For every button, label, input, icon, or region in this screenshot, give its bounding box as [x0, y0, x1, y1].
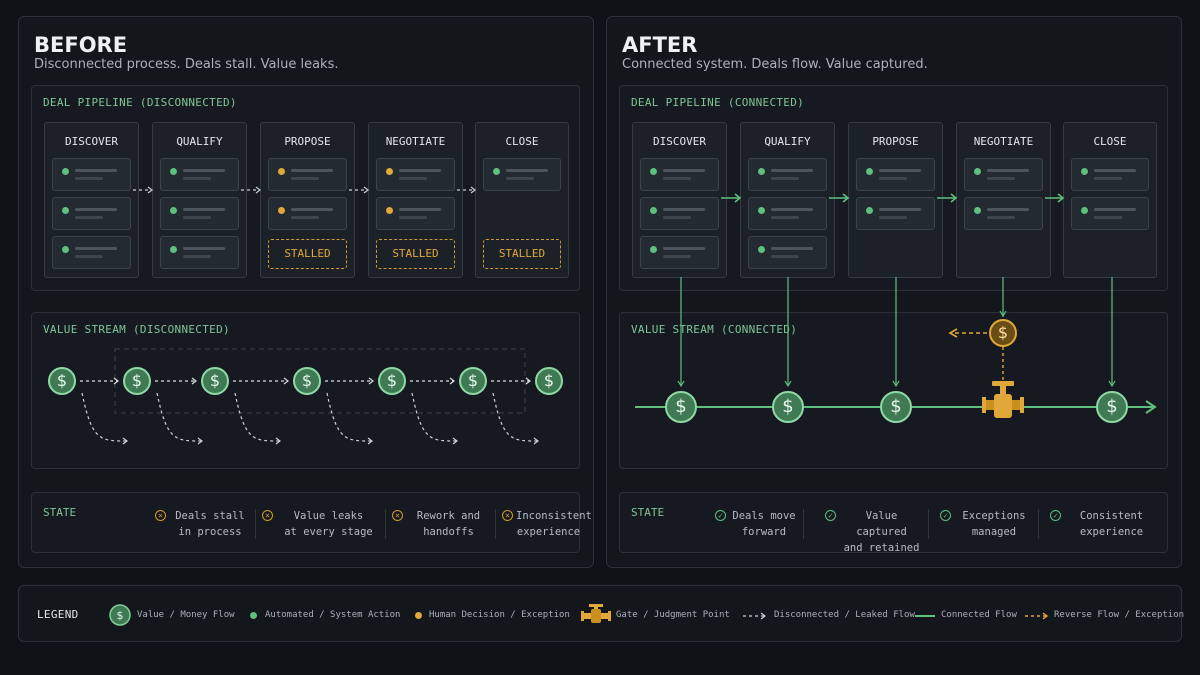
svg-text:$: $: [675, 396, 686, 417]
svg-text:$: $: [132, 371, 142, 390]
arrow-head: [363, 186, 369, 194]
before-subtitle: Disconnected process. Deals stall. Value…: [34, 57, 339, 72]
value-coin-icon: $: [535, 367, 563, 395]
legend-item-reverse: Reverse Flow / Exception: [1054, 610, 1185, 620]
gate-valve-icon: [581, 604, 611, 623]
value-coin-icon: $: [665, 391, 697, 423]
state-line: at every stage: [284, 526, 373, 538]
legend-item-automated: Automated / System Action: [265, 610, 401, 620]
before-stream-box: VALUE STREAM (DISCONNECTED) $ $ $ $ $ $ $: [31, 312, 580, 469]
state-line: experience: [516, 526, 581, 538]
value-coin-icon: $: [48, 367, 76, 395]
x-circle-icon: ×: [392, 510, 403, 521]
value-coin-icon: $: [459, 367, 487, 395]
leaked-flow: [234, 392, 281, 442]
value-coin-icon: $: [123, 367, 151, 395]
legend-coin-symbol: $: [117, 609, 124, 622]
svg-text:$: $: [468, 371, 478, 390]
connected-flow-line-icon: [915, 615, 935, 617]
legend-title: LEGEND: [37, 608, 79, 621]
legend-item-connected: Connected Flow: [941, 610, 1017, 620]
state-line: Deals stall: [175, 510, 245, 522]
human-dot-icon: [415, 612, 422, 619]
before-pipeline-box: DEAL PIPELINE (DISCONNECTED) DISCOVER QUA…: [31, 85, 580, 291]
before-stage-arrows: [133, 186, 476, 194]
svg-text:$: $: [1106, 396, 1117, 417]
value-flow-coin-icon: $: [109, 604, 131, 626]
leaked-flow: [326, 392, 373, 442]
value-coin-icon: $: [880, 391, 912, 423]
automated-dot-icon: [250, 612, 257, 619]
state-divider: [385, 509, 386, 539]
after-panel: AFTER Connected system. Deals flow. Valu…: [606, 16, 1182, 568]
state-item: Deals stall in process: [169, 508, 251, 540]
svg-text:$: $: [302, 371, 312, 390]
legend-item-human: Human Decision / Exception: [429, 610, 570, 620]
x-circle-icon: ×: [155, 510, 166, 521]
state-line: Value leaks: [293, 510, 364, 522]
leaked-flow: [81, 392, 128, 442]
value-coin-icon: $: [772, 391, 804, 423]
state-line: Rework and: [416, 510, 481, 522]
value-coin-icon: $: [378, 367, 406, 395]
disconnected-flow-line-icon: [743, 612, 766, 620]
state-item: Inconsistent experience: [516, 508, 592, 540]
svg-text:$: $: [890, 396, 901, 417]
state-divider: [255, 509, 256, 539]
before-panel: BEFORE Disconnected process. Deals stall…: [18, 16, 594, 568]
reverse-flow-line-icon: [1025, 612, 1049, 620]
gate-valve-icon: [982, 381, 1024, 418]
state-line: in process: [178, 526, 242, 538]
before-state-label: STATE: [43, 506, 77, 519]
exception-coin-icon: $: [989, 319, 1017, 347]
arrow-head: [255, 186, 261, 194]
value-coin-icon: $: [1096, 391, 1128, 423]
svg-text:$: $: [57, 371, 67, 390]
svg-text:$: $: [782, 396, 793, 417]
after-connected-flow: $ $ $ $ $: [635, 277, 1157, 423]
svg-text:$: $: [210, 371, 220, 390]
legend-item-gate: Gate / Judgment Point: [616, 610, 730, 620]
arrow-head: [283, 377, 289, 385]
before-title: BEFORE: [34, 33, 128, 57]
state-line: handoffs: [423, 526, 474, 538]
before-value-stream: $ $ $ $ $ $ $: [48, 348, 563, 445]
svg-text:$: $: [387, 371, 397, 390]
value-coin-icon: $: [201, 367, 229, 395]
leaked-flow: [411, 392, 458, 442]
legend-item-value-flow: Value / Money Flow: [137, 610, 235, 620]
x-circle-icon: ×: [502, 510, 513, 521]
state-divider: [495, 509, 496, 539]
arrow-head: [147, 186, 153, 194]
leaked-flow: [492, 392, 539, 442]
leaked-flow: [156, 392, 203, 442]
state-line: Inconsistent: [516, 510, 592, 522]
x-circle-icon: ×: [262, 510, 273, 521]
value-coin-icon: $: [293, 367, 321, 395]
legend-item-disconnected: Disconnected / Leaked Flow: [774, 610, 915, 620]
legend-panel: LEGEND $ Value / Money Flow Automated / …: [18, 585, 1185, 642]
svg-text:$: $: [544, 371, 554, 390]
svg-text:$: $: [998, 323, 1008, 342]
before-state-box: STATE × Deals stall in process × Value leaks…: [31, 492, 592, 553]
state-item: Rework and handoffs: [406, 508, 491, 540]
state-item: Value leaks at every stage: [276, 508, 381, 540]
